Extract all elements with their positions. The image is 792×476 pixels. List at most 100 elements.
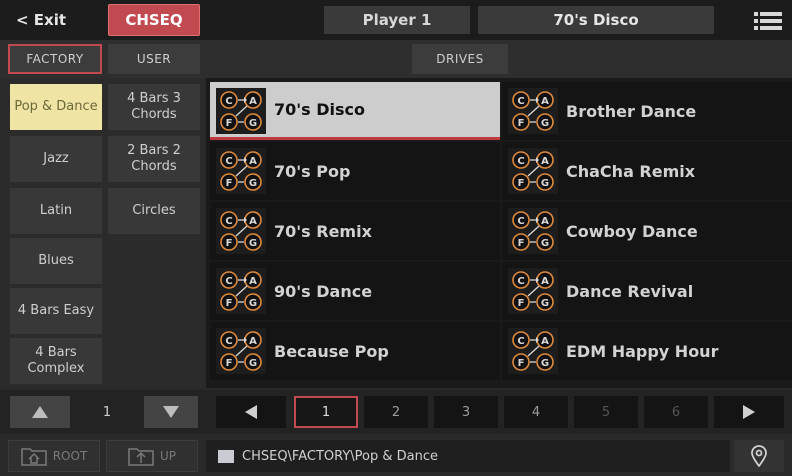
folder-icon — [218, 450, 234, 463]
folder-home-icon — [20, 448, 47, 466]
page-button-2[interactable]: 2 — [364, 396, 428, 428]
category-scroll-up-button[interactable] — [10, 396, 70, 428]
svg-text:F: F — [226, 238, 233, 249]
svg-text:G: G — [541, 358, 549, 369]
svg-text:C: C — [225, 336, 232, 347]
svg-text:F: F — [226, 358, 233, 369]
player-selector[interactable]: Player 1 — [324, 6, 470, 34]
svg-text:G: G — [249, 298, 257, 309]
svg-text:C: C — [225, 156, 232, 167]
list-item[interactable]: C A F G 90's Dance — [210, 262, 500, 320]
item-name: Dance Revival — [566, 281, 694, 301]
item-name: EDM Happy Hour — [566, 341, 719, 361]
svg-text:C: C — [517, 276, 524, 287]
tab-factory[interactable]: FACTORY — [8, 44, 102, 74]
up-button[interactable]: UP — [106, 440, 198, 472]
triangle-up-icon — [32, 406, 48, 418]
folder-up-icon — [128, 448, 154, 466]
category-4-bars-complex[interactable]: 4 Bars Complex — [10, 338, 102, 384]
svg-text:F: F — [226, 178, 233, 189]
item-name: 70's Pop — [274, 161, 351, 181]
category-jazz[interactable]: Jazz — [10, 136, 102, 182]
tab-drives[interactable]: DRIVES — [412, 44, 508, 74]
page-button-4[interactable]: 4 — [504, 396, 568, 428]
category-blues[interactable]: Blues — [10, 238, 102, 284]
svg-text:A: A — [249, 96, 257, 107]
svg-text:G: G — [541, 178, 549, 189]
list-item[interactable]: C A F G 70's Pop — [210, 142, 500, 200]
path-text: CHSEQ\FACTORY\Pop & Dance — [242, 448, 438, 464]
svg-text:G: G — [541, 298, 549, 309]
svg-text:G: G — [249, 118, 257, 129]
svg-text:A: A — [249, 336, 257, 347]
svg-text:A: A — [249, 276, 257, 287]
chord-sequence-icon: C A F G — [508, 88, 558, 134]
tab-user[interactable]: USER — [108, 44, 200, 74]
page-button-5: 5 — [574, 396, 638, 428]
category-latin[interactable]: Latin — [10, 188, 102, 234]
svg-text:G: G — [249, 358, 257, 369]
svg-text:C: C — [225, 216, 232, 227]
item-name: Because Pop — [274, 341, 389, 361]
svg-text:A: A — [541, 96, 549, 107]
svg-text:C: C — [517, 96, 524, 107]
current-style-title: 70's Disco — [478, 6, 714, 34]
mode-label: CHSEQ — [108, 4, 200, 36]
list-item[interactable]: C A F G Brother Dance — [502, 82, 792, 140]
chord-sequence-icon: C A F G — [216, 208, 266, 254]
list-item[interactable]: C A F G 70's Remix — [210, 202, 500, 260]
item-name: Cowboy Dance — [566, 221, 698, 241]
page-button-3[interactable]: 3 — [434, 396, 498, 428]
category-page-number: 1 — [102, 404, 112, 420]
item-name: 70's Disco — [274, 100, 366, 119]
list-item[interactable]: C A F G Dance Revival — [502, 262, 792, 320]
category-4-bars-easy[interactable]: 4 Bars Easy — [10, 288, 102, 334]
svg-text:F: F — [518, 118, 525, 129]
svg-text:A: A — [541, 336, 549, 347]
list-item[interactable]: C A F G EDM Happy Hour — [502, 322, 792, 380]
svg-text:C: C — [225, 276, 232, 287]
hamburger-menu-icon[interactable] — [750, 10, 786, 32]
svg-text:F: F — [226, 118, 233, 129]
list-item[interactable]: C A F G ChaCha Remix — [502, 142, 792, 200]
svg-text:G: G — [249, 178, 257, 189]
svg-text:G: G — [249, 238, 257, 249]
category-2-bars-2-chords[interactable]: 2 Bars 2 Chords — [108, 136, 200, 182]
chord-sequence-icon: C A F G — [508, 268, 558, 314]
svg-text:A: A — [541, 276, 549, 287]
page-prev-button[interactable] — [216, 396, 286, 428]
item-name: ChaCha Remix — [566, 161, 696, 181]
chord-sequence-icon: C A F G — [216, 148, 266, 194]
category-panel: Pop & Dance 4 Bars 3 Chords Jazz 2 Bars … — [0, 78, 204, 388]
list-item[interactable]: C A F G Because Pop — [210, 322, 500, 380]
root-button[interactable]: ROOT — [8, 440, 100, 472]
svg-text:A: A — [541, 156, 549, 167]
page-button-6: 6 — [644, 396, 708, 428]
category-circles[interactable]: Circles — [108, 188, 200, 234]
list-item[interactable]: C A F G Cowboy Dance — [502, 202, 792, 260]
svg-text:C: C — [225, 96, 232, 107]
svg-text:F: F — [226, 298, 233, 309]
category-scroll-down-button[interactable] — [144, 396, 198, 428]
chord-sequence-icon: C A F G — [508, 328, 558, 374]
svg-text:G: G — [541, 238, 549, 249]
exit-button[interactable]: < Exit — [8, 4, 100, 36]
svg-text:F: F — [518, 238, 525, 249]
category-pop-dance[interactable]: Pop & Dance — [10, 84, 102, 130]
root-label: ROOT — [52, 449, 88, 463]
chord-sequence-grid: C A F G 70's Disco C A F G Brother Dance C A F G … — [206, 78, 792, 388]
triangle-left-icon — [245, 405, 257, 419]
chord-sequence-icon: C A F G — [508, 208, 558, 254]
list-item[interactable]: C A F G 70's Disco — [210, 82, 500, 140]
triangle-right-icon — [743, 405, 755, 419]
page-button-1[interactable]: 1 — [294, 396, 358, 428]
triangle-down-icon — [163, 406, 179, 418]
page-next-button[interactable] — [714, 396, 784, 428]
svg-text:C: C — [517, 216, 524, 227]
location-pin-button[interactable] — [734, 440, 784, 472]
svg-text:C: C — [517, 156, 524, 167]
category-4-bars-3-chords[interactable]: 4 Bars 3 Chords — [108, 84, 200, 130]
svg-text:A: A — [541, 216, 549, 227]
svg-text:F: F — [518, 298, 525, 309]
chord-sequence-icon: C A F G — [216, 268, 266, 314]
